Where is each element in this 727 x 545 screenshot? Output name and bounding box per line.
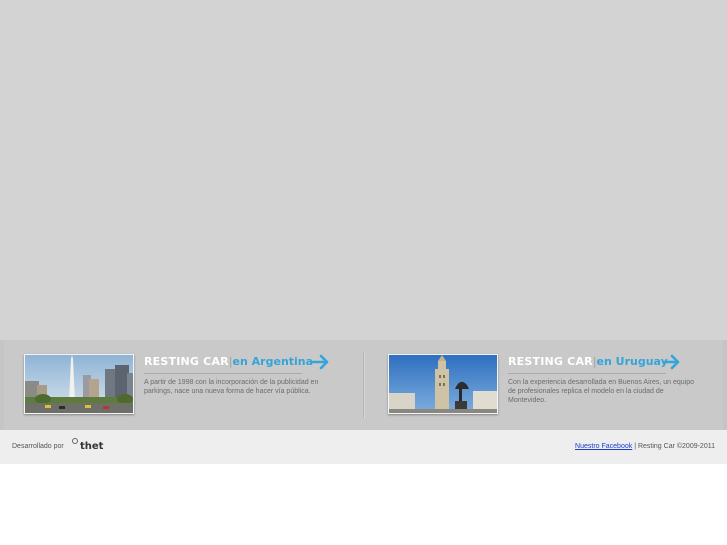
card-description: A partir de 1998 con la incorporación de… xyxy=(144,379,319,395)
card-description: Con la experiencia desarrollada en Bueno… xyxy=(508,379,695,404)
country-cards-band: RESTING CAR|en Argentina A partir de 199… xyxy=(0,340,727,430)
copyright-text: Resting Car ©2009-2011 xyxy=(637,443,715,450)
location-label: en Argentina xyxy=(232,355,314,368)
footer-credits: Nuestro Facebook | Resting Car ©2009-201… xyxy=(575,443,715,450)
footer-separator: | xyxy=(634,443,637,450)
thet-dot-icon xyxy=(72,438,78,444)
uruguay-photo[interactable] xyxy=(388,354,498,414)
facebook-link[interactable]: Nuestro Facebook xyxy=(575,443,632,450)
thet-logo-text: thet xyxy=(80,441,104,452)
thet-logo[interactable]: thet xyxy=(72,438,104,453)
hero-banner-area xyxy=(0,0,727,340)
montevideo-plaza-image xyxy=(389,355,497,413)
buenos-aires-obelisk-image xyxy=(25,355,133,413)
argentina-photo[interactable] xyxy=(24,354,134,414)
arrow-right-icon[interactable] xyxy=(312,354,330,370)
footer: Desarrollado por thet Nuestro Facebook |… xyxy=(0,430,727,464)
title-underline xyxy=(508,373,666,374)
arrow-right-icon[interactable] xyxy=(663,354,681,370)
card-title-argentina[interactable]: RESTING CAR|en Argentina xyxy=(144,353,313,371)
brand-label: RESTING CAR xyxy=(144,355,229,368)
card-uruguay[interactable]: RESTING CAR|en Uruguay Con la experienci… xyxy=(364,340,727,430)
developed-by-label: Desarrollado por xyxy=(12,443,64,450)
title-underline xyxy=(144,373,302,374)
card-title-uruguay[interactable]: RESTING CAR|en Uruguay xyxy=(508,353,668,371)
card-argentina[interactable]: RESTING CAR|en Argentina A partir de 199… xyxy=(0,340,363,430)
location-label: en Uruguay xyxy=(596,355,668,368)
brand-label: RESTING CAR xyxy=(508,355,593,368)
